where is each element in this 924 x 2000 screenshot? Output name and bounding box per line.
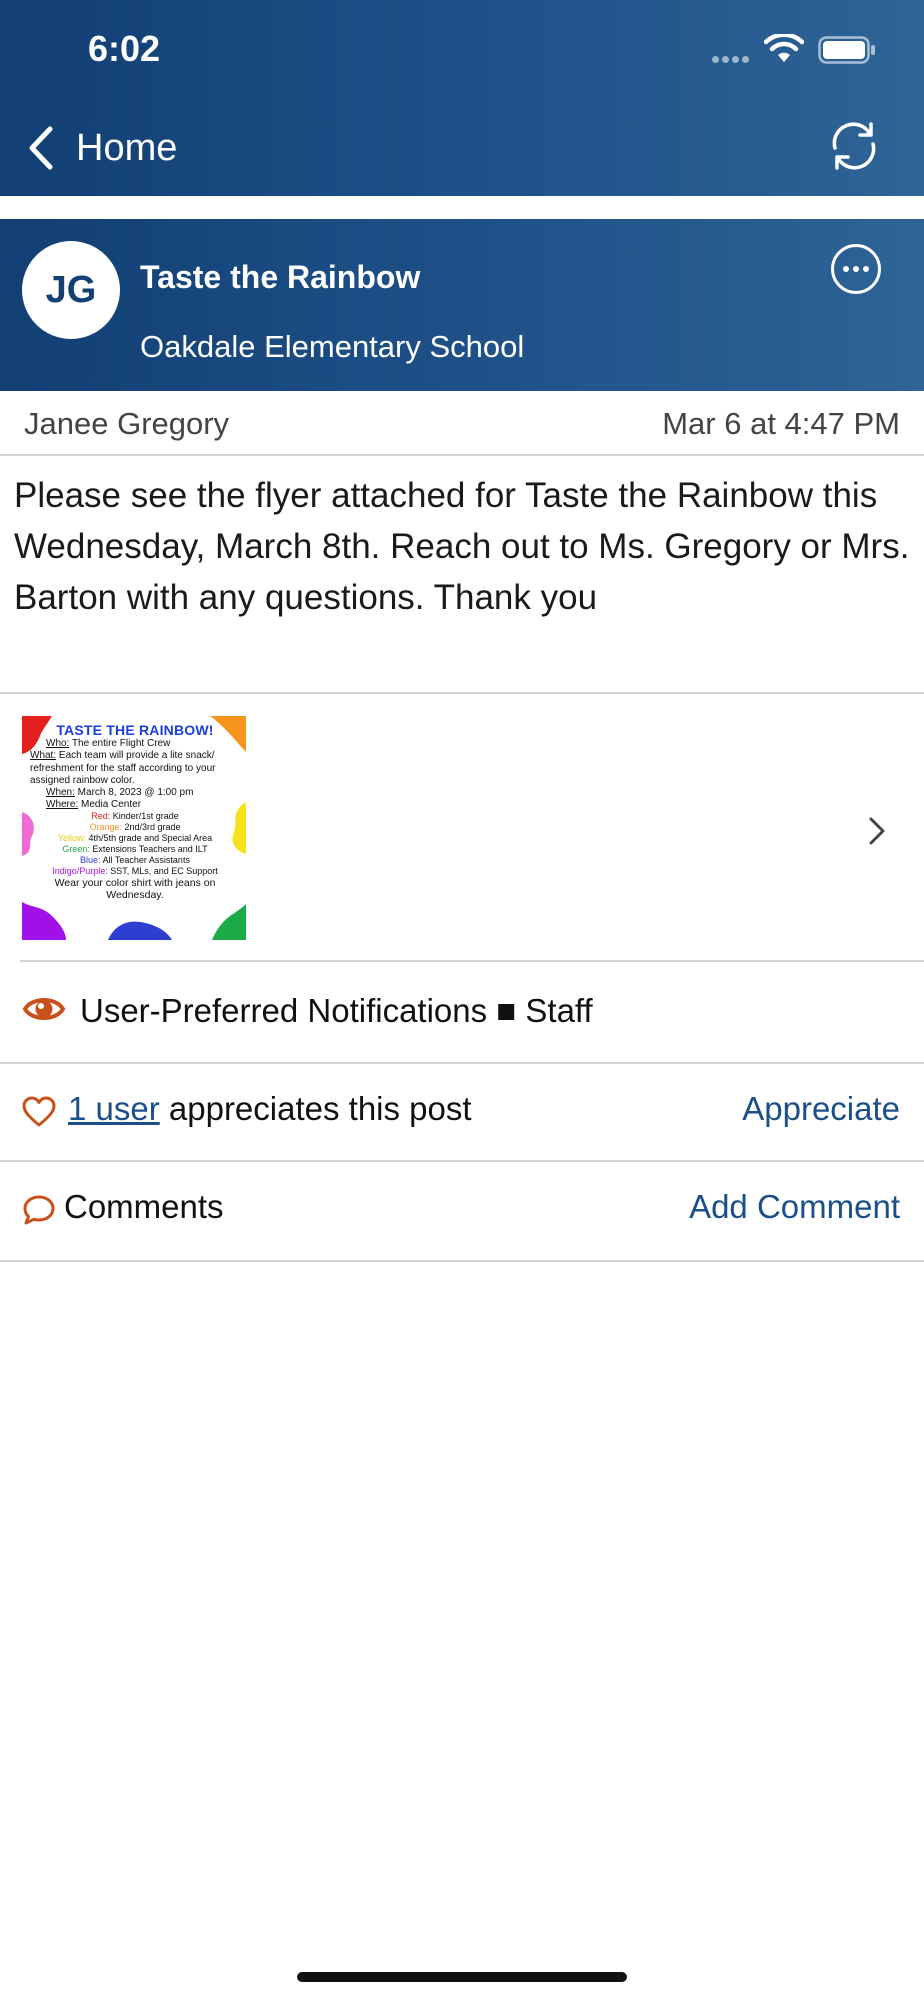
flyer-green-label: Green: bbox=[62, 844, 90, 855]
appreciation-suffix: appreciates this post bbox=[159, 1090, 472, 1127]
flyer-purple-line: Indigo/Purple: SST, MLs, and EC Support bbox=[30, 866, 240, 877]
flyer-purple: SST, MLs, and EC Support bbox=[107, 866, 218, 877]
flyer-what-label: What: bbox=[30, 750, 57, 762]
cellular-signal-icon bbox=[712, 56, 752, 64]
flyer-closing: Wear your color shirt with jeans on Wedn… bbox=[54, 877, 216, 902]
flyer-who: The entire Flight Crew bbox=[69, 738, 171, 750]
flyer-where: Media Center bbox=[78, 799, 142, 811]
post-body: Please see the flyer attached for Taste … bbox=[14, 476, 910, 617]
add-comment-button[interactable]: Add Comment bbox=[689, 1188, 900, 1226]
battery-icon bbox=[818, 36, 875, 64]
flyer-thumbnail[interactable]: TASTE THE RAINBOW! Who: The entire Fligh… bbox=[22, 716, 246, 940]
notification-audience-row: User-Preferred Notifications ■ Staff bbox=[0, 962, 924, 1062]
blue-blob-shape bbox=[108, 921, 172, 940]
flyer-yellow-label: Yellow: bbox=[57, 833, 87, 844]
flyer-red: Kinder/1st grade bbox=[110, 811, 179, 822]
flyer-orange: 2nd/3rd grade bbox=[121, 822, 181, 833]
flyer-where-label: Where: bbox=[46, 799, 79, 811]
purple-blob-shape bbox=[22, 902, 66, 940]
wifi-icon bbox=[764, 34, 804, 62]
flyer-yellow: 4th/5th grade and Special Area bbox=[86, 833, 213, 844]
post-title: Taste the Rainbow bbox=[140, 259, 421, 295]
eye-icon bbox=[22, 998, 66, 1020]
notification-audience-text: User-Preferred Notifications ■ Staff bbox=[80, 992, 593, 1029]
divider bbox=[0, 1260, 924, 1262]
post-meta-row: Janee Gregory Mar 6 at 4:47 PM bbox=[0, 391, 924, 456]
flyer-when-line: When: March 8, 2023 @ 1:00 pm bbox=[30, 787, 240, 799]
attachment-row[interactable]: TASTE THE RAINBOW! Who: The entire Fligh… bbox=[0, 694, 924, 960]
refresh-icon[interactable] bbox=[826, 118, 882, 174]
flyer-text: TASTE THE RAINBOW! Who: The entire Fligh… bbox=[30, 722, 240, 902]
top-navigation-bar: 6:02 Home bbox=[0, 0, 924, 196]
avatar: JG bbox=[22, 241, 120, 339]
comments-row: Comments Add Comment bbox=[0, 1162, 924, 1260]
post-header: JG Taste the Rainbow Oakdale Elementary … bbox=[0, 219, 924, 391]
comment-icon bbox=[23, 1195, 55, 1225]
back-button[interactable]: Home bbox=[26, 118, 177, 178]
home-indicator[interactable] bbox=[297, 1972, 627, 1982]
flyer-what: Each team will provide a lite snack/ ref… bbox=[30, 750, 216, 786]
appreciators-link[interactable]: 1 user bbox=[68, 1090, 160, 1127]
green-blob-shape bbox=[212, 904, 246, 940]
appreciate-button[interactable]: Appreciate bbox=[742, 1090, 900, 1128]
appreciation-text: 1 user appreciates this post bbox=[68, 1090, 472, 1128]
flyer-purple-label: Indigo/Purple: bbox=[52, 866, 108, 877]
flyer-when-label: When: bbox=[46, 787, 75, 799]
flyer-where-line: Where: Media Center bbox=[30, 799, 240, 811]
flyer-blue-label: Blue: bbox=[80, 855, 101, 866]
back-button-label: Home bbox=[76, 126, 178, 169]
flyer-red-label: Red: bbox=[91, 811, 111, 822]
flyer-who-label: Who: bbox=[46, 738, 70, 750]
flyer-green-line: Green: Extensions Teachers and ILT bbox=[30, 844, 240, 855]
heart-icon bbox=[22, 1096, 56, 1127]
post-date: Mar 6 at 4:47 PM bbox=[662, 406, 900, 441]
appreciation-row: 1 user appreciates this post Appreciate bbox=[0, 1064, 924, 1160]
flyer-green: Extensions Teachers and ILT bbox=[89, 844, 208, 855]
chevron-left-icon bbox=[29, 126, 53, 170]
flyer-red-line: Red: Kinder/1st grade bbox=[30, 811, 240, 822]
flyer-blue: All Teacher Assistants bbox=[100, 855, 190, 866]
flyer-title: TASTE THE RAINBOW! bbox=[56, 722, 214, 738]
post-author: Janee Gregory bbox=[24, 406, 230, 441]
flyer-what-line: What: Each team will provide a lite snac… bbox=[30, 750, 240, 787]
chevron-right-icon[interactable] bbox=[866, 814, 888, 848]
flyer-who-line: Who: The entire Flight Crew bbox=[30, 738, 240, 750]
more-options-icon[interactable] bbox=[830, 243, 882, 295]
flyer-when: March 8, 2023 @ 1:00 pm bbox=[74, 787, 194, 799]
flyer-orange-line: Orange: 2nd/3rd grade bbox=[30, 822, 240, 833]
flyer-yellow-line: Yellow: 4th/5th grade and Special Area bbox=[30, 833, 240, 844]
post-school-name: Oakdale Elementary School bbox=[140, 329, 525, 364]
flyer-orange-label: Orange: bbox=[89, 822, 122, 833]
flyer-blue-line: Blue: All Teacher Assistants bbox=[30, 855, 240, 866]
comments-label: Comments bbox=[64, 1188, 224, 1225]
status-time: 6:02 bbox=[88, 28, 161, 69]
